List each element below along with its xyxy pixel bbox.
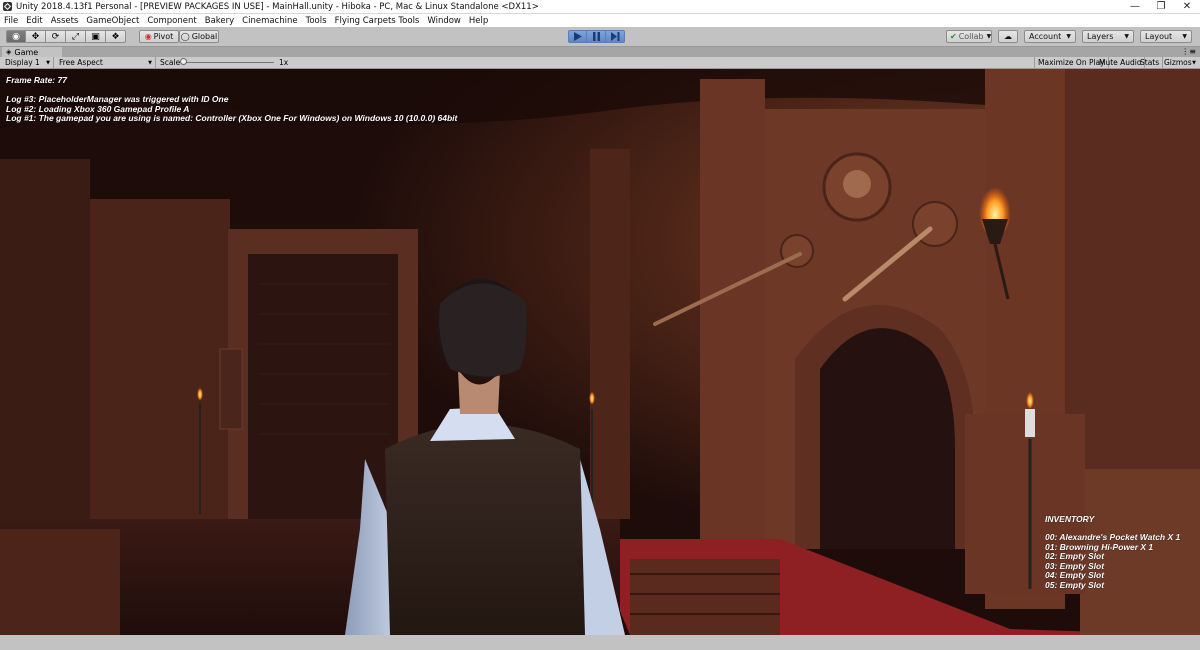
collab-label: Collab — [958, 32, 984, 41]
step-icon — [610, 32, 619, 41]
tab-menu-icon[interactable]: ⋮≡ — [1181, 47, 1196, 57]
check-icon: ✔ — [950, 32, 957, 41]
chevron-down-icon: ▼ — [1192, 59, 1196, 66]
left-wall — [0, 159, 90, 539]
cloud-icon: ☁ — [1004, 32, 1012, 41]
minimize-icon[interactable]: — — [1122, 0, 1148, 13]
menu-tools[interactable]: Tools — [302, 16, 331, 26]
main-toolbar: ◉ ✥ ⟳ ⤢ ▣ ❖ ◉ Pivot ◯ Global ✔ Collab ▼ … — [0, 27, 1200, 47]
menu-help[interactable]: Help — [465, 16, 492, 26]
aspect-label: Free Aspect — [59, 58, 103, 67]
layers-dropdown[interactable]: Layers ▼ — [1082, 30, 1134, 43]
arch-opening — [820, 328, 955, 549]
left-wall-panel — [90, 199, 230, 519]
status-bar — [0, 635, 1200, 650]
step-button[interactable] — [606, 30, 625, 43]
inventory-title: INVENTORY — [1045, 514, 1095, 524]
layout-dropdown[interactable]: Layout ▼ — [1140, 30, 1192, 43]
scale-tool-icon[interactable]: ⤢ — [66, 30, 86, 43]
rect-tool-icon[interactable]: ▣ — [86, 30, 106, 43]
right-wall — [1065, 69, 1200, 499]
pivot-toggle-button[interactable]: ◉ Pivot — [139, 30, 179, 43]
tab-strip: ◈ Game ⋮≡ — [0, 47, 1200, 57]
layers-label: Layers — [1087, 32, 1114, 41]
play-icon — [574, 32, 582, 41]
account-dropdown[interactable]: Account ▼ — [1024, 30, 1076, 43]
menu-cinemachine[interactable]: Cinemachine — [238, 16, 301, 26]
menu-component[interactable]: Component — [143, 16, 200, 26]
stats-toggle[interactable]: Stats — [1137, 57, 1164, 68]
close-icon[interactable]: ✕ — [1174, 0, 1200, 13]
move-tool-icon[interactable]: ✥ — [26, 30, 46, 43]
chevron-down-icon: ▼ — [148, 59, 152, 66]
window-title: Unity 2018.4.13f1 Personal - [PREVIEW PA… — [16, 1, 539, 12]
scale-value: 1x — [279, 58, 289, 67]
tab-game-label: Game — [14, 47, 39, 57]
game-viewport[interactable]: Frame Rate: 77 Log #3: PlaceholderManage… — [0, 69, 1200, 635]
aspect-dropdown[interactable]: Free Aspect ▼ — [56, 57, 156, 68]
game-scene — [0, 69, 1200, 635]
left-doorway — [248, 254, 398, 519]
inventory-item: 05: Empty Slot — [1045, 579, 1105, 590]
skull-icon — [843, 170, 871, 198]
wall-ornament — [219, 348, 243, 430]
menu-gameobject[interactable]: GameObject — [82, 16, 143, 26]
gizmos-label: Gizmos — [1164, 58, 1192, 67]
pause-button[interactable] — [587, 30, 606, 43]
transform-tool-icon[interactable]: ❖ — [106, 30, 126, 43]
stairs — [630, 559, 780, 635]
view-tool-eye-icon[interactable]: ◉ — [6, 30, 26, 43]
scale-slider-track[interactable] — [184, 62, 274, 63]
globe-icon: ◯ — [180, 32, 190, 41]
chevron-down-icon: ▼ — [1124, 33, 1129, 40]
menu-assets[interactable]: Assets — [47, 16, 83, 26]
menu-file[interactable]: File — [0, 16, 22, 26]
pivot-icon: ◉ — [144, 32, 152, 41]
play-controls — [568, 30, 625, 43]
restore-icon[interactable]: ❐ — [1148, 0, 1174, 13]
scale-slider-thumb[interactable] — [180, 58, 187, 65]
inventory-list: 00: Alexandre's Pocket Watch X 1 01: Bro… — [1045, 532, 1180, 590]
play-button[interactable] — [568, 30, 587, 43]
menu-window[interactable]: Window — [423, 16, 465, 26]
global-label: Global — [191, 32, 218, 41]
chevron-down-icon: ▼ — [46, 59, 50, 66]
log-panel: Log #3: PlaceholderManager was triggered… — [6, 94, 458, 124]
chevron-down-icon: ▼ — [1066, 33, 1071, 40]
display-dropdown[interactable]: Display 1 ▼ — [2, 57, 54, 68]
left-steps — [0, 529, 120, 635]
menu-bakery[interactable]: Bakery — [201, 16, 238, 26]
layout-label: Layout — [1145, 32, 1173, 41]
chevron-down-icon: ▼ — [986, 33, 992, 40]
collab-dropdown[interactable]: ✔ Collab ▼ — [946, 30, 992, 43]
center-pillar — [590, 149, 630, 519]
log-line: Log #1: The gamepad you are using is nam… — [6, 113, 458, 123]
game-controller-icon: ◈ — [6, 48, 12, 56]
tab-game[interactable]: ◈ Game — [2, 47, 62, 57]
pause-icon — [592, 32, 600, 41]
menu-bar: File Edit Assets GameObject Component Ba… — [0, 14, 1200, 27]
display-label: Display 1 — [5, 58, 40, 67]
frame-rate-text: Frame Rate: 77 — [6, 75, 67, 85]
window-title-bar: Unity 2018.4.13f1 Personal - [PREVIEW PA… — [0, 0, 1200, 14]
menu-edit[interactable]: Edit — [22, 16, 46, 26]
menu-flying-carpets-tools[interactable]: Flying Carpets Tools — [331, 16, 424, 26]
cloud-button[interactable]: ☁ — [998, 30, 1018, 43]
global-toggle-button[interactable]: ◯ Global — [179, 30, 219, 43]
transform-tools: ◉ ✥ ⟳ ⤢ ▣ ❖ — [6, 30, 126, 43]
chevron-down-icon: ▼ — [1182, 33, 1187, 40]
unity-logo-icon — [3, 2, 12, 11]
arch-pillar-left — [700, 79, 765, 559]
rotate-tool-icon[interactable]: ⟳ — [46, 30, 66, 43]
game-view-toolbar: Display 1 ▼ Free Aspect ▼ Scale 1x Maxim… — [0, 57, 1200, 69]
pivot-label: Pivot — [153, 32, 174, 41]
gizmos-dropdown[interactable]: Gizmos ▼ — [1161, 57, 1199, 68]
account-label: Account — [1029, 32, 1062, 41]
